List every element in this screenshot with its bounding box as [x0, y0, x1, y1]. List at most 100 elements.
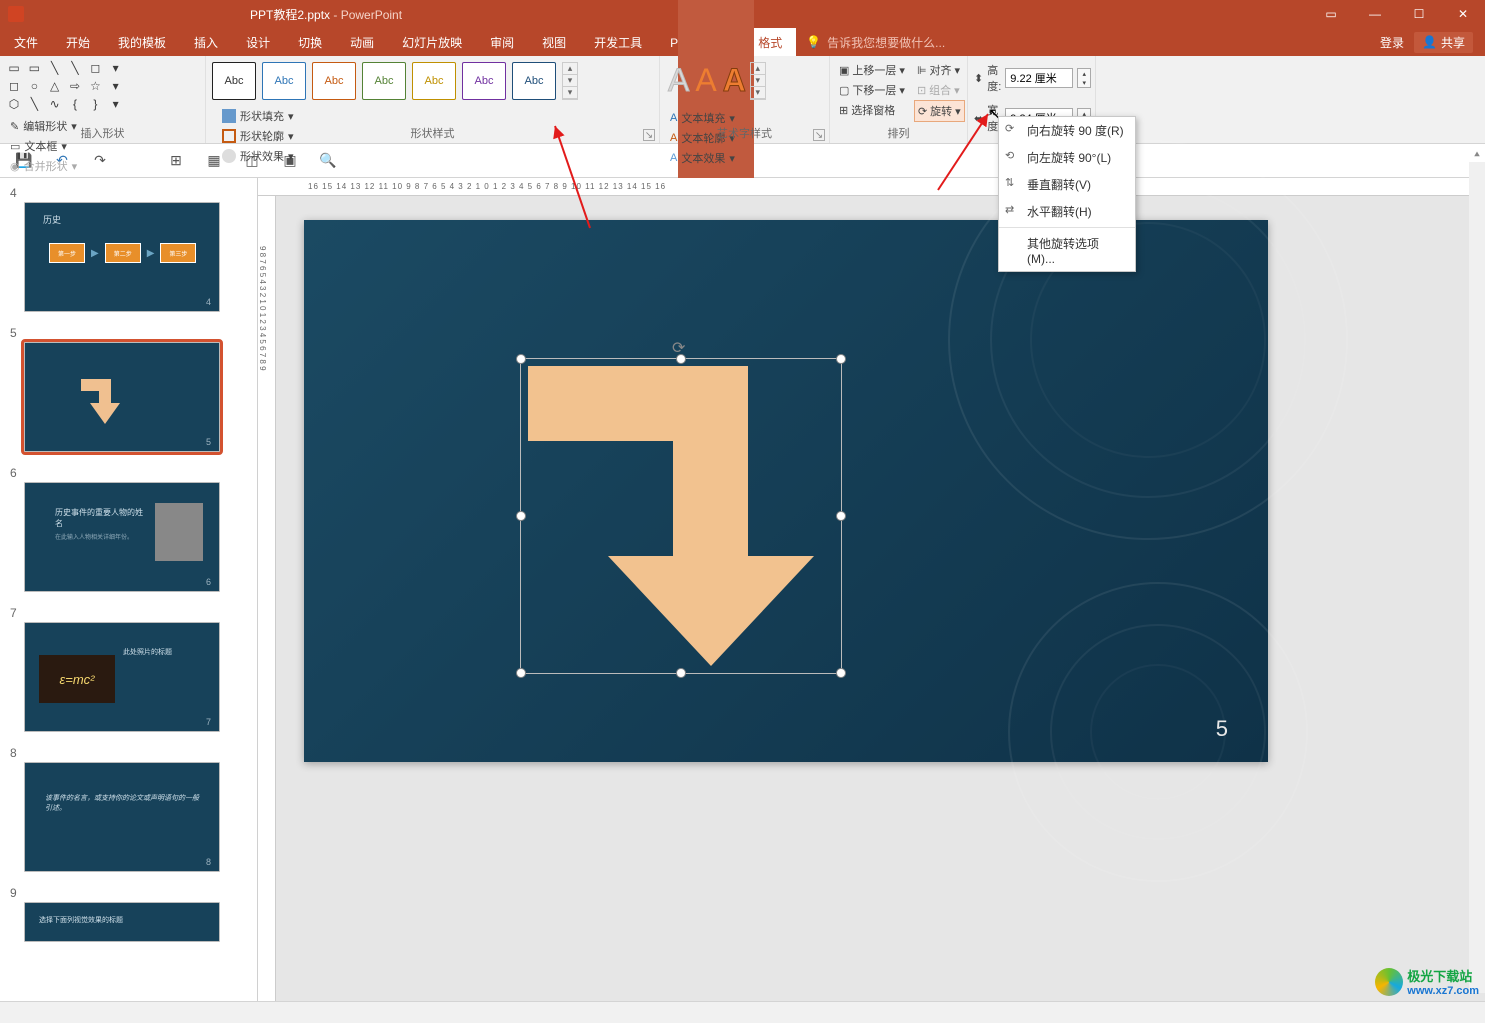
dialog-launcher-icon[interactable]: ↘	[643, 129, 655, 141]
height-label: 高度:	[987, 62, 1001, 94]
rotate-right-90-item[interactable]: ⟳向右旋转 90 度(R)	[999, 117, 1135, 144]
einstein-photo	[155, 503, 203, 561]
tab-animations[interactable]: 动画	[336, 28, 388, 56]
effects-icon	[222, 149, 236, 163]
shape-effects-button[interactable]: 形状效果 ▾	[218, 146, 653, 166]
shape-fill-button[interactable]: 形状填充 ▾	[218, 106, 653, 126]
tab-developer[interactable]: 开发工具	[580, 28, 656, 56]
send-backward-icon: ▢	[839, 84, 849, 97]
group-button[interactable]: ⊡组合 ▾	[914, 80, 965, 100]
width-icon: ⬌	[974, 112, 983, 125]
height-input[interactable]	[1005, 68, 1073, 88]
style-preset[interactable]: Abc	[362, 62, 406, 100]
slide-thumbnail-pane[interactable]: 4 历史 第一步▶ 第二步▶ 第三步 4 5 5 6 历史事件的重要人物的姓名在…	[0, 178, 258, 1001]
tab-review[interactable]: 审阅	[476, 28, 528, 56]
watermark-logo-icon	[1375, 968, 1403, 996]
flip-horizontal-icon: ⇄	[1005, 203, 1019, 217]
wordart-preset[interactable]: A	[693, 62, 718, 100]
resize-handle[interactable]	[836, 668, 846, 678]
more-rotation-options-item[interactable]: 其他旋转选项(M)...	[999, 230, 1135, 271]
collapse-ribbon-icon[interactable]: ⯅	[1473, 150, 1481, 161]
tab-transitions[interactable]: 切换	[284, 28, 336, 56]
tab-view[interactable]: 视图	[528, 28, 580, 56]
slide-thumbnail[interactable]: 5 5	[10, 326, 247, 452]
resize-handle[interactable]	[516, 668, 526, 678]
status-bar	[0, 1001, 1485, 1023]
style-preset[interactable]: Abc	[312, 62, 356, 100]
flip-horizontal-item[interactable]: ⇄水平翻转(H)	[999, 198, 1135, 225]
style-preset[interactable]: Abc	[462, 62, 506, 100]
group-label: 排列	[830, 125, 967, 141]
wordart-preset[interactable]: A	[721, 62, 748, 100]
height-spinner[interactable]: ▴▾	[1077, 68, 1091, 88]
slide-thumbnail[interactable]: 4 历史 第一步▶ 第二步▶ 第三步 4	[10, 186, 247, 312]
send-backward-button[interactable]: ▢下移一层 ▾	[836, 80, 908, 100]
share-button[interactable]: 👤 共享	[1414, 32, 1473, 53]
tell-me-search[interactable]: 💡 告诉我您想要做什么...	[796, 28, 1380, 56]
gallery-scroll[interactable]: ▴▾▾	[750, 62, 766, 100]
vertical-scrollbar[interactable]	[1469, 162, 1485, 993]
dialog-launcher-icon[interactable]: ↘	[813, 129, 825, 141]
workspace: 4 历史 第一步▶ 第二步▶ 第三步 4 5 5 6 历史事件的重要人物的姓名在…	[0, 178, 1485, 1001]
vertical-ruler: 9 8 7 6 5 4 3 2 1 0 1 2 3 4 5 6 7 8 9	[258, 196, 276, 1001]
lightbulb-icon: 💡	[806, 35, 821, 49]
slide-thumbnail[interactable]: 6 历史事件的重要人物的姓名在此输入人物相关详细年份。 6	[10, 466, 247, 592]
height-icon: ⬍	[974, 72, 983, 85]
group-label: 艺术字样式	[660, 125, 829, 141]
group-shape-styles: Abc Abc Abc Abc Abc Abc Abc ▴▾▾ 形状填充 ▾ 形…	[206, 56, 660, 143]
style-preset[interactable]: Abc	[262, 62, 306, 100]
tab-templates[interactable]: 我的模板	[104, 28, 180, 56]
slide-thumbnail[interactable]: 8 该事件的名言，或支持你的论文或声明语句的一般引述。 8	[10, 746, 247, 872]
resize-handle[interactable]	[516, 354, 526, 364]
style-preset[interactable]: Abc	[512, 62, 556, 100]
titlebar: PPT教程2.pptx - PowerPoint 绘图工具 ▭ — ☐ ✕	[0, 0, 1485, 28]
watermark: 极光下载站 www.xz7.com	[1375, 966, 1479, 997]
wordart-gallery[interactable]: A A A ▴▾▾	[666, 62, 823, 100]
powerpoint-icon	[8, 6, 24, 22]
align-icon: ⊫	[917, 64, 927, 77]
resize-handle[interactable]	[836, 354, 846, 364]
resize-handle[interactable]	[676, 354, 686, 364]
tab-slideshow[interactable]: 幻灯片放映	[388, 28, 476, 56]
close-icon[interactable]: ✕	[1441, 0, 1485, 28]
bring-forward-button[interactable]: ▣上移一层 ▾	[836, 60, 908, 80]
group-label: 插入形状	[0, 125, 205, 141]
slide-page-number: 5	[1216, 716, 1228, 742]
text-fill-icon: A	[670, 112, 677, 124]
rotate-left-icon: ⟲	[1005, 149, 1019, 163]
tab-insert[interactable]: 插入	[180, 28, 232, 56]
wordart-preset[interactable]: A	[666, 62, 691, 100]
slide-canvas[interactable]: 5 ⟳	[304, 220, 1268, 762]
group-arrange: ▣上移一层 ▾ ▢下移一层 ▾ ⊞选择窗格 ⊫对齐 ▾ ⊡组合 ▾ ⟳旋转 ▾ …	[830, 56, 968, 143]
minimize-icon[interactable]: —	[1353, 0, 1397, 28]
tab-home[interactable]: 开始	[52, 28, 104, 56]
style-preset[interactable]: Abc	[212, 62, 256, 100]
group-insert-shapes: ▭▭╲╲◻▾ ◻○△⇨☆▾ ⬡╲∿{}▾ ✎编辑形状 ▾ ▭文本框 ▾ ◉合并形…	[0, 56, 206, 143]
login-link[interactable]: 登录	[1380, 34, 1404, 51]
shape-styles-gallery[interactable]: Abc Abc Abc Abc Abc Abc Abc ▴▾▾	[212, 62, 653, 100]
rotate-left-90-item[interactable]: ⟲向左旋转 90°(L)	[999, 144, 1135, 171]
ribbon-display-options-icon[interactable]: ▭	[1309, 0, 1353, 28]
flip-vertical-item[interactable]: ⇅垂直翻转(V)	[999, 171, 1135, 198]
bent-arrow-shape[interactable]	[528, 366, 834, 666]
gallery-scroll[interactable]: ▴▾▾	[562, 62, 578, 100]
resize-handle[interactable]	[516, 511, 526, 521]
resize-handle[interactable]	[836, 511, 846, 521]
shapes-gallery[interactable]: ▭▭╲╲◻▾ ◻○△⇨☆▾ ⬡╲∿{}▾	[6, 60, 126, 112]
style-preset[interactable]: Abc	[412, 62, 456, 100]
merge-shapes-button[interactable]: ◉合并形状 ▾	[6, 156, 199, 176]
text-effects-icon: A	[670, 152, 677, 164]
rotate-button[interactable]: ⟳旋转 ▾	[914, 100, 965, 122]
merge-shapes-icon: ◉	[10, 160, 20, 173]
align-button[interactable]: ⊫对齐 ▾	[914, 60, 965, 80]
slide-thumbnail[interactable]: 7 ε=mc² 此处照片的标题 7	[10, 606, 247, 732]
slide-edit-area[interactable]: 16 15 14 13 12 11 10 9 8 7 6 5 4 3 2 1 0…	[258, 178, 1485, 1001]
selection-pane-button[interactable]: ⊞选择窗格	[836, 100, 908, 120]
text-effects-button[interactable]: A文本效果 ▾	[666, 148, 823, 168]
tab-file[interactable]: 文件	[0, 28, 52, 56]
resize-handle[interactable]	[676, 668, 686, 678]
maximize-icon[interactable]: ☐	[1397, 0, 1441, 28]
selected-shape[interactable]: ⟳	[528, 366, 834, 666]
tab-design[interactable]: 设计	[232, 28, 284, 56]
slide-thumbnail[interactable]: 9 选择下面列视觉效果的标题	[10, 886, 247, 942]
